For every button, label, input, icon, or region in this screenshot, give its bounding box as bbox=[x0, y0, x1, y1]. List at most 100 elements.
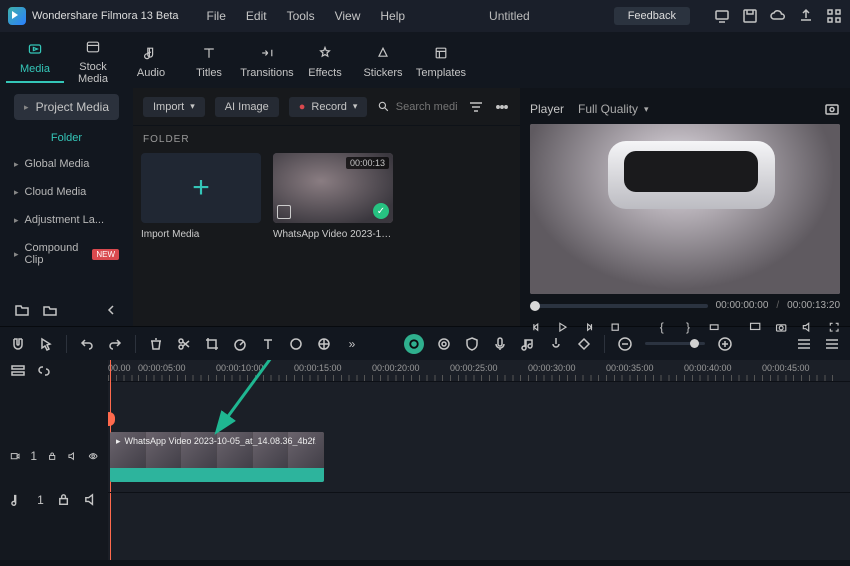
new-folder-icon[interactable] bbox=[14, 302, 30, 318]
menu-view[interactable]: View bbox=[335, 9, 361, 23]
more-icon[interactable] bbox=[494, 99, 510, 115]
import-media-card[interactable]: + Import Media bbox=[141, 153, 261, 240]
search-input[interactable] bbox=[396, 101, 458, 113]
mute-icon[interactable] bbox=[67, 448, 77, 464]
mark-out-icon[interactable]: } bbox=[682, 319, 694, 335]
scrubber[interactable] bbox=[530, 304, 708, 308]
time-ruler[interactable]: 00.00 00:00:05:0000:00:10:0000:00:15:000… bbox=[108, 360, 850, 382]
tab-titles[interactable]: Titles bbox=[180, 41, 238, 79]
next-frame-icon[interactable] bbox=[583, 319, 595, 335]
collapse-icon[interactable] bbox=[103, 302, 119, 318]
tab-audio[interactable]: Audio bbox=[122, 41, 180, 79]
fullscreen-icon[interactable] bbox=[828, 319, 840, 335]
keyframe-icon[interactable] bbox=[576, 336, 592, 352]
scrub-knob[interactable] bbox=[530, 301, 540, 311]
ai-image-button[interactable]: AI Image bbox=[215, 97, 279, 117]
lock-icon[interactable] bbox=[47, 448, 57, 464]
stop-icon[interactable] bbox=[609, 319, 621, 335]
redo-icon[interactable] bbox=[107, 336, 123, 352]
shield-icon[interactable] bbox=[464, 336, 480, 352]
search-icon bbox=[377, 99, 389, 115]
cloud-icon[interactable] bbox=[770, 8, 786, 24]
player-title: Player bbox=[530, 102, 564, 116]
video-track-header[interactable]: 1 bbox=[0, 432, 108, 480]
display-icon[interactable] bbox=[749, 319, 761, 335]
visibility-icon[interactable] bbox=[88, 448, 98, 464]
link-icon[interactable] bbox=[36, 363, 52, 379]
video-clip[interactable]: ▸WhatsApp Video 2023-10-05_at_14.08.36_4… bbox=[110, 432, 324, 482]
filter-icon[interactable] bbox=[468, 99, 484, 115]
sidebar-item-adjustment[interactable]: ▸Adjustment La... bbox=[0, 206, 133, 234]
tab-stickers[interactable]: Stickers bbox=[354, 41, 412, 79]
imported-check-icon: ✓ bbox=[373, 203, 389, 219]
ai-button[interactable] bbox=[404, 334, 424, 354]
mic-icon[interactable] bbox=[492, 336, 508, 352]
menu-edit[interactable]: Edit bbox=[246, 9, 267, 23]
split-icon[interactable] bbox=[176, 336, 192, 352]
video-track-num: 1 bbox=[30, 449, 37, 463]
preview-monitor[interactable] bbox=[530, 124, 840, 294]
logo-icon bbox=[8, 7, 26, 25]
music-icon[interactable] bbox=[520, 336, 536, 352]
record-dot-icon: ● bbox=[299, 101, 306, 113]
color-icon[interactable] bbox=[288, 336, 304, 352]
tracks-icon[interactable] bbox=[10, 363, 26, 379]
speed-icon[interactable] bbox=[232, 336, 248, 352]
zoom-slider[interactable] bbox=[645, 342, 705, 345]
project-media-label: Project Media bbox=[36, 100, 109, 114]
marker-icon[interactable] bbox=[548, 336, 564, 352]
effects-icon bbox=[317, 45, 333, 61]
target-icon[interactable] bbox=[436, 336, 452, 352]
timeline-canvas[interactable]: 00.00 00:00:05:0000:00:10:0000:00:15:000… bbox=[108, 360, 850, 560]
quality-dropdown[interactable]: Full Quality▾ bbox=[578, 102, 649, 116]
time-current: 00:00:00:00 bbox=[716, 300, 769, 311]
menu-help[interactable]: Help bbox=[380, 9, 405, 23]
snapshot-icon[interactable] bbox=[824, 101, 840, 117]
clip-tool-icon[interactable] bbox=[708, 319, 720, 335]
playhead-handle[interactable] bbox=[108, 412, 115, 426]
prev-frame-icon[interactable] bbox=[530, 319, 542, 335]
folder-icon[interactable] bbox=[42, 302, 58, 318]
sidebar-item-cloud[interactable]: ▸Cloud Media bbox=[0, 178, 133, 206]
mark-in-icon[interactable]: { bbox=[656, 319, 668, 335]
media-clip-card[interactable]: 00:00:13 ✓ WhatsApp Video 2023-10-05... bbox=[273, 153, 393, 240]
settings-icon[interactable] bbox=[824, 336, 840, 352]
monitor-icon[interactable] bbox=[714, 8, 730, 24]
sidebar-item-global[interactable]: ▸Global Media bbox=[0, 150, 133, 178]
magnet-icon[interactable] bbox=[10, 336, 26, 352]
cursor-icon[interactable] bbox=[38, 336, 54, 352]
apps-icon[interactable] bbox=[826, 8, 842, 24]
feedback-button[interactable]: Feedback bbox=[614, 7, 690, 25]
audio-lock-icon[interactable] bbox=[56, 492, 71, 508]
save-icon[interactable] bbox=[742, 8, 758, 24]
volume-icon[interactable] bbox=[801, 319, 813, 335]
tab-media[interactable]: Media bbox=[6, 37, 64, 83]
adjust-icon[interactable] bbox=[316, 336, 332, 352]
audio-mute-icon[interactable] bbox=[83, 492, 98, 508]
audio-track-header[interactable]: 1 bbox=[0, 480, 108, 520]
tab-templates[interactable]: Templates bbox=[412, 41, 470, 79]
delete-icon[interactable] bbox=[148, 336, 164, 352]
sidebar-item-compound[interactable]: ▸Compound ClipNEW bbox=[0, 234, 133, 274]
record-dropdown[interactable]: ●Record▾ bbox=[289, 97, 368, 117]
tab-transitions[interactable]: Transitions bbox=[238, 41, 296, 79]
search-field[interactable] bbox=[377, 99, 458, 115]
text-tool-icon[interactable] bbox=[260, 336, 276, 352]
play-icon[interactable] bbox=[556, 319, 568, 335]
tab-stock-media[interactable]: Stock Media bbox=[64, 35, 122, 85]
undo-icon[interactable] bbox=[79, 336, 95, 352]
project-media-button[interactable]: ▸ Project Media bbox=[14, 94, 119, 120]
video-track-icon bbox=[10, 448, 20, 464]
zoom-out-icon[interactable] bbox=[617, 336, 633, 352]
export-icon[interactable] bbox=[798, 8, 814, 24]
camera-icon[interactable] bbox=[775, 319, 787, 335]
crop-icon[interactable] bbox=[204, 336, 220, 352]
view-options-icon[interactable] bbox=[796, 336, 812, 352]
import-dropdown[interactable]: Import▾ bbox=[143, 97, 205, 117]
menu-tools[interactable]: Tools bbox=[287, 9, 315, 23]
folder-tab[interactable]: Folder bbox=[0, 126, 133, 150]
zoom-in-icon[interactable] bbox=[717, 336, 733, 352]
menu-file[interactable]: File bbox=[207, 9, 226, 23]
more-tools-icon[interactable]: » bbox=[344, 336, 360, 352]
tab-effects[interactable]: Effects bbox=[296, 41, 354, 79]
